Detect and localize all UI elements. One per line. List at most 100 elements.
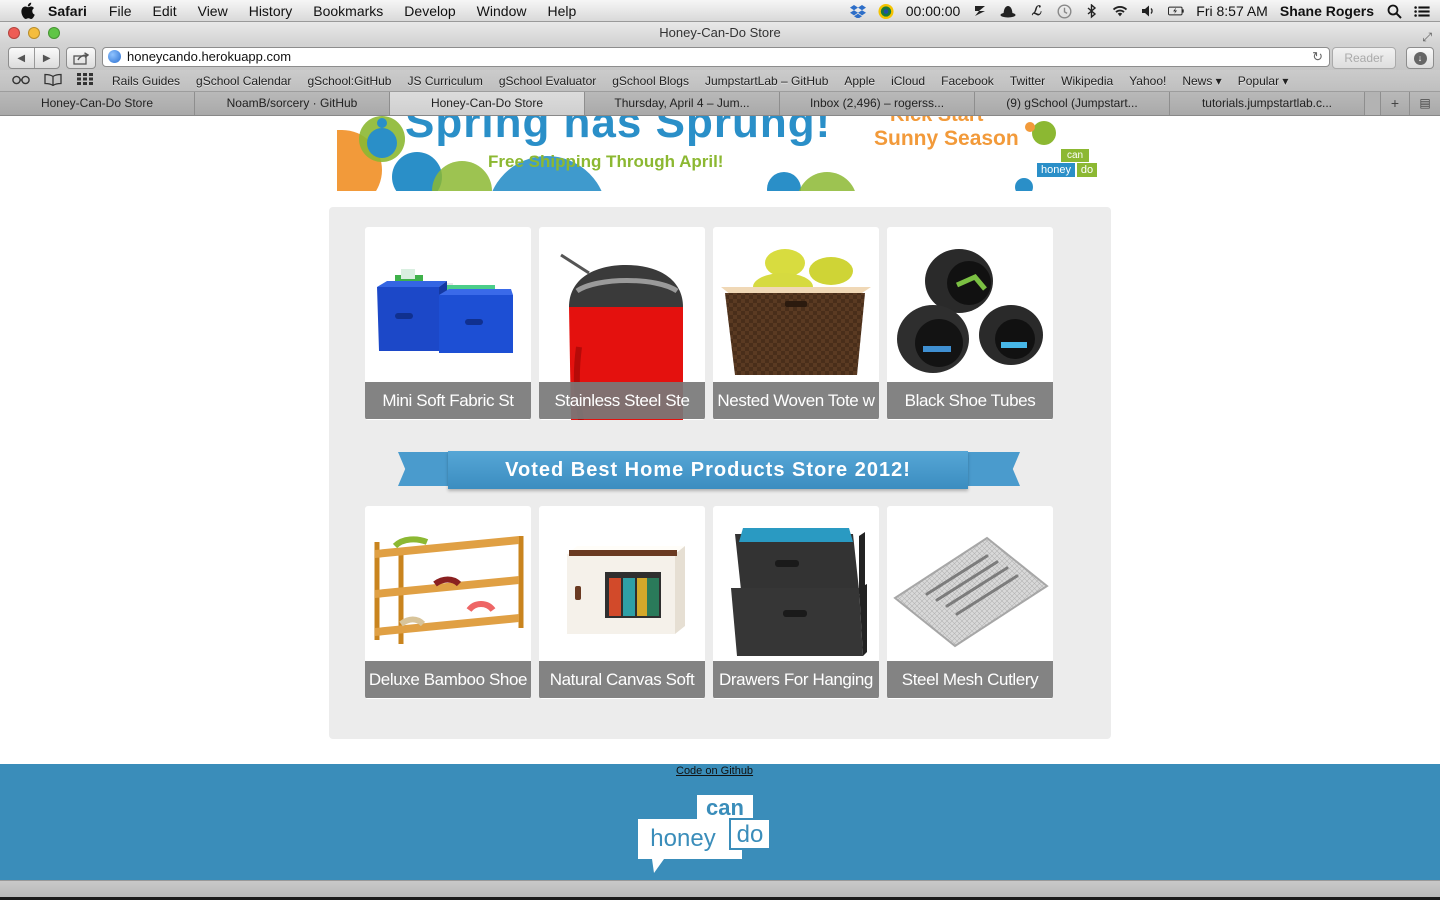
bookmark-gschool-calendar[interactable]: gSchool Calendar [196,74,291,88]
apple-icon[interactable] [18,2,36,20]
menu-develop[interactable]: Develop [404,0,455,22]
product-image-woven-tote [713,227,879,382]
product-card[interactable]: Nested Woven Tote w [713,227,879,420]
tab-honey-can-do-1[interactable]: Honey-Can-Do Store [0,92,195,115]
product-card[interactable]: Deluxe Bamboo Shoe [365,506,531,699]
menu-window[interactable]: Window [477,0,527,22]
bookmark-wikipedia[interactable]: Wikipedia [1061,74,1113,88]
spotlight-search-icon[interactable] [1386,3,1402,19]
site-globe-icon [108,50,121,63]
flash-icon[interactable] [972,3,988,19]
banner-logo-can: can [1061,149,1089,162]
menu-edit[interactable]: Edit [152,0,176,22]
promo-banner[interactable]: Spring has Sprung! Free Shipping Through… [337,116,1098,191]
reload-icon[interactable]: ↻ [1312,48,1323,66]
bookmarks-book-icon[interactable] [42,73,64,89]
bluetooth-icon[interactable] [1084,3,1100,19]
battery-icon[interactable] [1168,3,1184,19]
back-button[interactable]: ◀ [9,48,35,68]
bookmark-jumpstartlab-github[interactable]: JumpstartLab – GitHub [705,74,828,88]
window-status-bar [0,880,1440,900]
script-l-icon[interactable]: ℒ [1028,3,1044,19]
notification-center-icon[interactable] [1414,3,1430,19]
window-title: Honey-Can-Do Store [659,25,781,40]
product-card[interactable]: Mini Soft Fabric St [365,227,531,420]
window-controls [8,27,60,39]
banner-blue-circle [767,172,801,191]
address-bar[interactable]: honeycando.herokuapp.com ↻ [102,47,1330,67]
timer-text[interactable]: 00:00:00 [906,3,961,19]
product-card[interactable]: Steel Mesh Cutlery [887,506,1053,699]
product-card[interactable]: Drawers For Hanging [713,506,879,699]
bookmark-gschool-blogs[interactable]: gSchool Blogs [612,74,689,88]
globe-app-icon[interactable] [878,3,894,19]
menu-view[interactable]: View [198,0,228,22]
tab-thursday-april[interactable]: Thursday, April 4 – Jum... [585,92,780,115]
banner-free-shipping: Free Shipping Through April! [488,152,724,171]
product-name[interactable]: Nested Woven Tote w [713,382,879,419]
tab-sorcery-github[interactable]: NoamB/sorcery · GitHub [195,92,390,115]
download-icon: ↓ [1413,51,1427,65]
volume-icon[interactable] [1140,3,1156,19]
footer-logo[interactable]: can honey do [636,793,772,875]
bookmark-js-curriculum[interactable]: JS Curriculum [407,74,482,88]
bookmark-popular-folder[interactable]: Popular ▾ [1238,74,1289,88]
banner-blue-circle [367,128,397,158]
bookmark-icloud[interactable]: iCloud [891,74,925,88]
product-name[interactable]: Black Shoe Tubes [887,382,1053,419]
banner-logo: can honey do [1037,149,1098,191]
clock-text[interactable]: Fri 8:57 AM [1196,3,1268,19]
product-name[interactable]: Steel Mesh Cutlery [887,661,1053,698]
downloads-button[interactable]: ↓ [1406,47,1434,69]
menu-bookmarks[interactable]: Bookmarks [313,0,383,22]
reader-button[interactable]: Reader [1332,47,1396,69]
wifi-icon[interactable] [1112,3,1128,19]
bookmark-news-folder[interactable]: News ▾ [1182,74,1221,88]
share-icon [73,51,89,65]
status-menus: 00:00:00 ℒ Fri 8:57 AM Shane Rogers [849,0,1430,22]
tab-overview-button[interactable]: ▤ [1409,92,1440,115]
product-name[interactable]: Stainless Steel Ste [539,382,705,419]
bookmark-twitter[interactable]: Twitter [1010,74,1045,88]
top-sites-grid-icon[interactable] [74,73,96,88]
product-name[interactable]: Deluxe Bamboo Shoe [365,661,531,698]
close-window-button[interactable] [8,27,20,39]
minimize-window-button[interactable] [28,27,40,39]
product-card[interactable]: Black Shoe Tubes [887,227,1053,420]
product-name[interactable]: Natural Canvas Soft [539,661,705,698]
product-image-hanging-drawers [713,506,879,661]
product-name[interactable]: Drawers For Hanging [713,661,879,698]
product-card[interactable]: Stainless Steel Ste [539,227,705,420]
reading-list-icon[interactable] [10,74,32,88]
menu-help[interactable]: Help [547,0,576,22]
bookmark-facebook[interactable]: Facebook [941,74,994,88]
new-tab-button[interactable]: + [1380,92,1409,115]
menu-history[interactable]: History [249,0,293,22]
tab-gschool-facebook[interactable]: (9) gSchool (Jumpstart... [975,92,1170,115]
bookmark-rails-guides[interactable]: Rails Guides [112,74,180,88]
code-on-github-link[interactable]: Code on Github [676,764,753,778]
tab-tutorials-jumpstartlab[interactable]: tutorials.jumpstartlab.c... [1170,92,1365,115]
hat-icon[interactable] [1000,3,1016,19]
product-image-step-trash-can [539,227,705,420]
dropbox-icon[interactable] [849,3,866,19]
tab-inbox[interactable]: Inbox (2,496) – rogerss... [780,92,975,115]
nav-buttons: ◀ ▶ [8,47,60,69]
share-button[interactable] [66,47,96,69]
time-machine-icon[interactable] [1056,3,1072,19]
footer-logo-do: do [736,821,764,848]
user-name[interactable]: Shane Rogers [1280,3,1374,19]
bookmark-gschool-evaluator[interactable]: gSchool Evaluator [499,74,596,88]
menu-file[interactable]: File [109,0,132,22]
bookmark-gschool-github[interactable]: gSchool:GitHub [307,74,391,88]
banner-blue-dot [1015,178,1033,191]
bookmark-yahoo[interactable]: Yahoo! [1129,74,1166,88]
zoom-window-button[interactable] [48,27,60,39]
product-name[interactable]: Mini Soft Fabric St [365,382,531,419]
banner-sunny-season: Sunny Season [874,127,1019,150]
forward-button[interactable]: ▶ [35,48,60,68]
bookmark-apple[interactable]: Apple [844,74,875,88]
tab-honey-can-do-active[interactable]: Honey-Can-Do Store [390,92,585,115]
menu-app-safari[interactable]: Safari [48,0,87,22]
product-card[interactable]: Natural Canvas Soft [539,506,705,699]
